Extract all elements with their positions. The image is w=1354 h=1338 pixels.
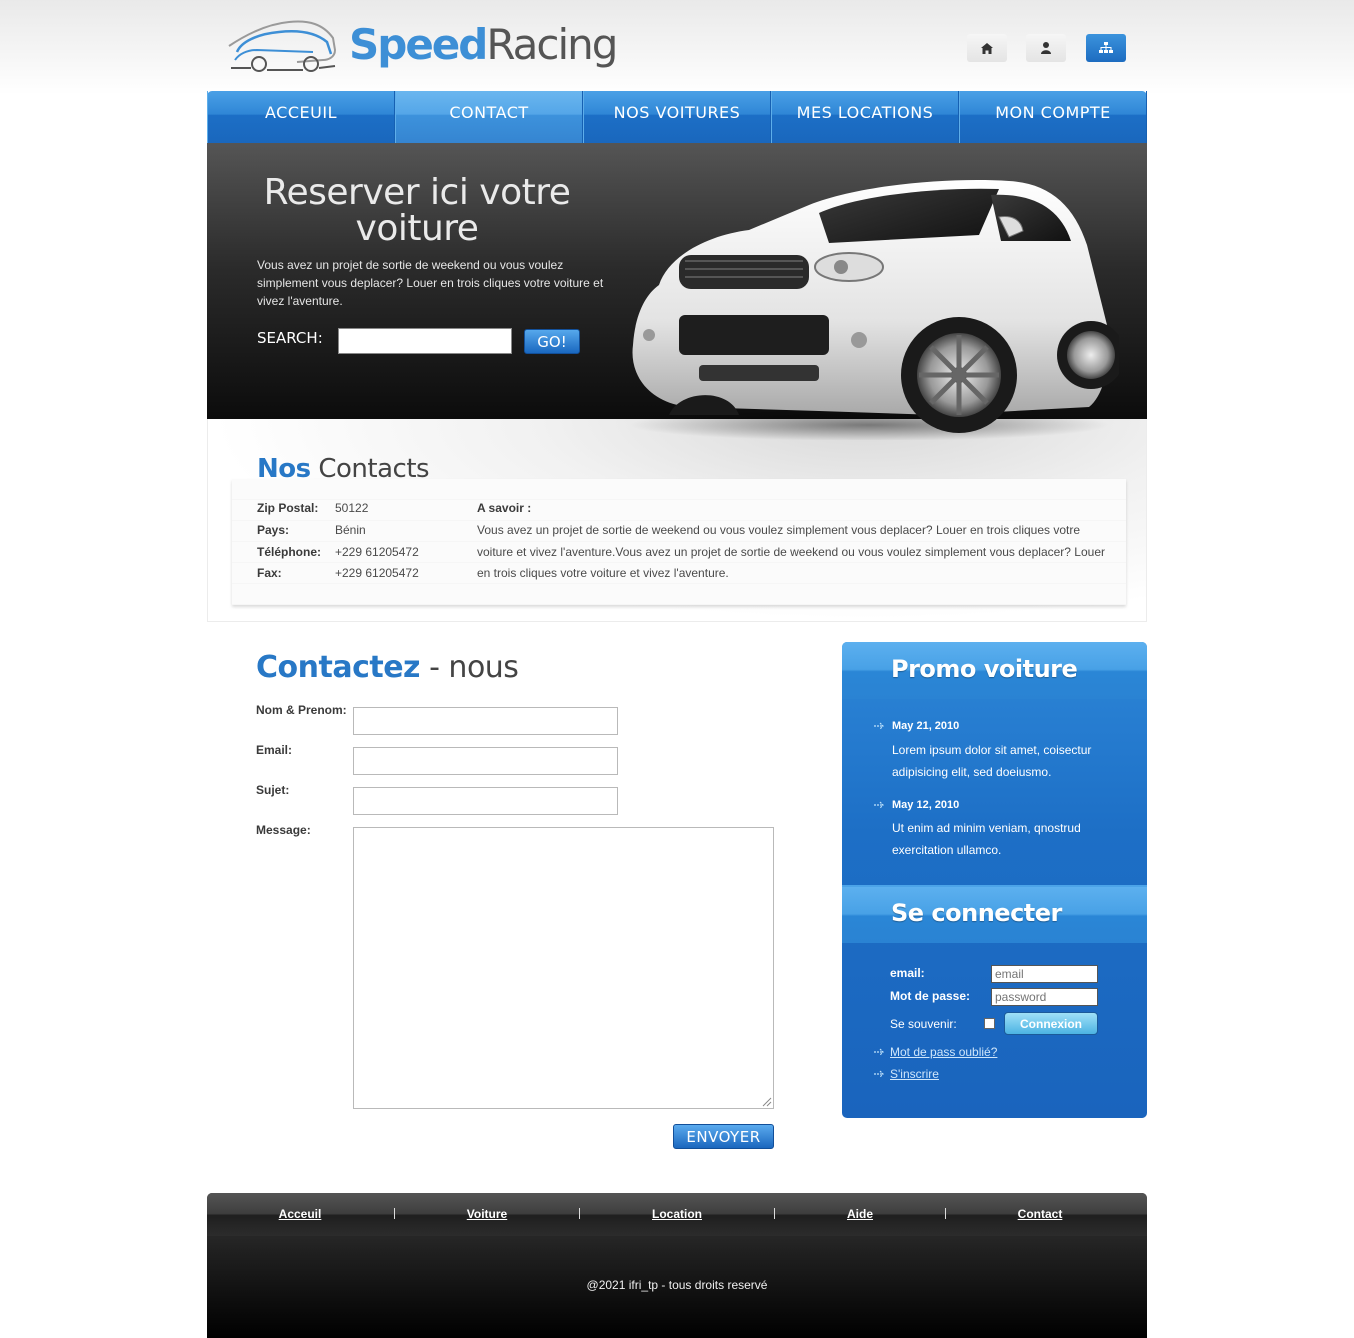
arrow-bullet-icon bbox=[874, 1048, 884, 1056]
arrow-bullet-icon bbox=[874, 801, 884, 809]
login-button[interactable]: Connexion bbox=[1004, 1012, 1098, 1035]
sitemap-button[interactable] bbox=[1086, 34, 1126, 62]
user-icon bbox=[1041, 42, 1051, 54]
arrow-bullet-icon bbox=[874, 722, 884, 730]
login-email-label: email: bbox=[890, 966, 925, 980]
footer-separator bbox=[945, 1208, 946, 1219]
car-image bbox=[619, 175, 1125, 441]
footer-separator bbox=[579, 1208, 580, 1219]
header-background bbox=[0, 0, 1354, 95]
register-link[interactable]: S'inscrire bbox=[890, 1067, 939, 1081]
contacts-title-highlight: Nos bbox=[257, 454, 311, 484]
hero-title: Reserver ici votre voiture bbox=[263, 172, 571, 249]
subject-label: Sujet: bbox=[256, 783, 290, 797]
form-title: Contactez - nous bbox=[256, 650, 519, 685]
remember-checkbox[interactable] bbox=[984, 1018, 995, 1029]
country-label: Pays: bbox=[257, 523, 290, 537]
login-password-label: Mot de passe: bbox=[890, 989, 971, 1003]
main-nav: ACCEUIL CONTACT NOS VOITURES MES LOCATIO… bbox=[207, 91, 1147, 147]
sitemap-icon bbox=[1099, 42, 1113, 53]
nav-contact[interactable]: CONTACT bbox=[395, 91, 583, 147]
home-icon bbox=[981, 42, 993, 54]
fax-value: +229 61205472 bbox=[335, 566, 419, 580]
asavoir-title: A savoir : bbox=[477, 501, 532, 515]
promo-date-1: May 21, 2010 bbox=[892, 720, 960, 732]
footer-link-contact[interactable]: Contact bbox=[1018, 1207, 1063, 1221]
footer-link-voiture[interactable]: Voiture bbox=[467, 1207, 507, 1221]
country-value: Bénin bbox=[335, 523, 366, 537]
logo-racing-text: Racing bbox=[486, 20, 618, 69]
account-button[interactable] bbox=[1026, 34, 1066, 62]
search-go-button[interactable]: GO! bbox=[524, 329, 580, 354]
sidebar: Promo voiture May 21, 2010 Lorem ipsum d… bbox=[842, 642, 1147, 1118]
login-password-input[interactable] bbox=[991, 988, 1098, 1006]
footer-link-acceuil[interactable]: Acceuil bbox=[279, 1207, 322, 1221]
forgot-password-link[interactable]: Mot de pass oublié? bbox=[890, 1045, 997, 1059]
email-input[interactable] bbox=[353, 747, 618, 775]
send-button[interactable]: ENVOYER bbox=[673, 1124, 774, 1149]
nav-mes-locations[interactable]: MES LOCATIONS bbox=[771, 91, 959, 143]
subject-input[interactable] bbox=[353, 787, 618, 815]
nav-nos-voitures[interactable]: NOS VOITURES bbox=[583, 91, 771, 143]
resize-grip-icon[interactable] bbox=[760, 1095, 772, 1107]
zip-label: Zip Postal: bbox=[257, 501, 319, 515]
contacts-title-rest: Contacts bbox=[318, 454, 430, 484]
arrow-bullet-icon bbox=[874, 1070, 884, 1078]
car-logo-icon bbox=[228, 20, 337, 72]
remember-label: Se souvenir: bbox=[890, 1017, 957, 1031]
message-label: Message: bbox=[256, 823, 311, 837]
home-button[interactable] bbox=[967, 34, 1007, 62]
promo-text-1: Lorem ipsum dolor sit amet, coisectur ad… bbox=[892, 743, 1092, 779]
email-label: Email: bbox=[256, 743, 293, 757]
contacts-title: Nos Contacts bbox=[257, 454, 430, 484]
fax-label: Fax: bbox=[257, 566, 282, 580]
login-email-input[interactable] bbox=[991, 965, 1098, 983]
hero-text: Vous avez un projet de sortie de weekend… bbox=[257, 258, 604, 308]
promo-header: Promo voiture bbox=[842, 642, 1147, 699]
nav-mon-compte[interactable]: MON COMPTE bbox=[959, 91, 1147, 143]
footer-nav: Acceuil Voiture Location Aide Contact bbox=[207, 1193, 1147, 1236]
search-input[interactable] bbox=[338, 328, 512, 354]
logo-speed-text: Speed bbox=[349, 20, 488, 69]
phone-label: Téléphone: bbox=[257, 545, 322, 559]
logo[interactable]: SpeedRacing bbox=[227, 14, 618, 76]
form-title-highlight: Contactez bbox=[256, 650, 421, 685]
form-title-rest: - nous bbox=[429, 650, 519, 685]
copyright: @2021 ifri_tp - tous droits reservé bbox=[586, 1278, 768, 1292]
name-label: Nom & Prenom: bbox=[256, 703, 347, 717]
footer-link-location[interactable]: Location bbox=[652, 1207, 702, 1221]
phone-value: +229 61205472 bbox=[335, 545, 419, 559]
message-textarea[interactable] bbox=[353, 827, 774, 1109]
nav-acceuil[interactable]: ACCEUIL bbox=[207, 91, 395, 143]
footer-separator bbox=[394, 1208, 395, 1219]
login-header: Se connecter bbox=[842, 887, 1147, 943]
footer-separator bbox=[774, 1208, 775, 1219]
footer: Acceuil Voiture Location Aide Contact @2… bbox=[207, 1193, 1147, 1338]
promo-title: Promo voiture bbox=[891, 655, 1078, 683]
footer-link-aide[interactable]: Aide bbox=[847, 1207, 873, 1221]
promo-text-2: Ut enim ad minim veniam, qnostrud exerci… bbox=[892, 821, 1081, 857]
name-input[interactable] bbox=[353, 707, 618, 735]
promo-date-2: May 12, 2010 bbox=[892, 799, 960, 811]
asavoir-text: Vous avez un projet de sortie de weekend… bbox=[477, 523, 1105, 580]
login-title: Se connecter bbox=[891, 899, 1062, 927]
zip-value: 50122 bbox=[335, 501, 369, 515]
search-label: SEARCH: bbox=[257, 329, 323, 347]
